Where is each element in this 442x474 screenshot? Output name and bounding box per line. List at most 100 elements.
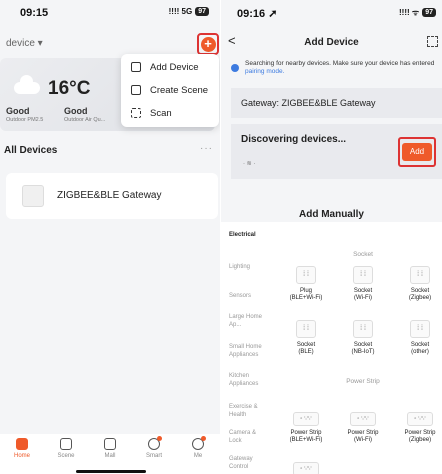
add-manually-heading: Add Manually bbox=[298, 209, 364, 220]
menu-item-create-scene[interactable]: Create Scene bbox=[131, 81, 217, 99]
product-plug-ble-wifi[interactable]: ⁞ ⁞ Plug (BLE+Wi-Fi) bbox=[281, 266, 331, 302]
tab-label: Scene bbox=[57, 453, 75, 459]
status-bar: 09:15 !!!! 5G 97 bbox=[0, 0, 221, 26]
weather-item-sub: Outdoor Air Qu... bbox=[64, 117, 106, 123]
status-bar: 09:16 ➚ !!!! ᯤ 97 bbox=[221, 0, 442, 26]
product-name: Socket (NB-IoT) bbox=[351, 342, 375, 355]
pairing-mode-link[interactable]: pairing mode. bbox=[245, 68, 284, 75]
tab-label: Me bbox=[193, 453, 203, 459]
gateway-device-icon bbox=[22, 185, 44, 207]
product-name: Socket (BLE) bbox=[296, 342, 316, 355]
menu-item-label: Add Device bbox=[150, 61, 199, 73]
category-kitchen[interactable]: Kitchen Appliances bbox=[229, 373, 265, 388]
tab-label: Mall bbox=[104, 453, 116, 459]
notification-dot bbox=[201, 436, 206, 441]
mall-icon bbox=[104, 438, 116, 450]
product-name: Plug (BLE+Wi-Fi) bbox=[289, 288, 323, 301]
all-devices-heading: All Devices bbox=[4, 145, 58, 156]
signal-icon: !!!! 5G bbox=[168, 7, 193, 16]
device-name: ZIGBEE&BLE Gateway bbox=[57, 190, 162, 201]
category-exercise[interactable]: Exercise & Health bbox=[229, 404, 265, 419]
signal-wifi-icon: !!!! ᯤ bbox=[399, 8, 420, 17]
battery-icon: 97 bbox=[195, 7, 209, 16]
product-name: Socket (other) bbox=[410, 342, 430, 355]
tab-scene[interactable]: Scene bbox=[44, 438, 88, 459]
add-button[interactable]: Add bbox=[402, 143, 432, 161]
create-scene-icon bbox=[131, 85, 141, 95]
home-selector[interactable]: device ▾ bbox=[6, 38, 43, 49]
manual-content: Electrical Lighting Sensors Large Home A… bbox=[221, 222, 442, 474]
searching-icon bbox=[231, 64, 239, 72]
notification-dot bbox=[157, 436, 162, 441]
add-button-highlight: Add bbox=[398, 137, 436, 167]
menu-item-add-device[interactable]: Add Device bbox=[131, 58, 217, 76]
product-socket-other[interactable]: ⁞ ⁞ Socket (other) bbox=[395, 320, 442, 356]
tab-mall[interactable]: Mall bbox=[88, 438, 132, 459]
category-camera-lock[interactable]: Camera & Lock bbox=[229, 430, 265, 445]
socket-icon: ⁞ ⁞ bbox=[410, 266, 430, 284]
add-device-icon bbox=[131, 62, 141, 72]
me-icon bbox=[192, 436, 206, 450]
gateway-card[interactable]: Gateway: ZIGBEE&BLE Gateway bbox=[231, 88, 442, 118]
search-hint-text: Searching for nearby devices. Make sure … bbox=[245, 60, 435, 67]
product-strip-zigbee[interactable]: ▫ ∵∵ Power Strip (Zigbee) bbox=[395, 412, 442, 444]
tab-me[interactable]: Me bbox=[176, 436, 220, 459]
device-card[interactable]: ZIGBEE&BLE Gateway bbox=[6, 173, 218, 219]
product-socket-wifi[interactable]: ⁞ ⁞ Socket (Wi-Fi) bbox=[338, 266, 388, 302]
power-strip-icon: ▫ ∵∵ bbox=[407, 412, 433, 426]
section-power-strip: Power Strip bbox=[346, 378, 380, 385]
product-name: Power Strip (Wi-Fi) bbox=[347, 430, 379, 443]
tab-label: Smart bbox=[145, 453, 162, 459]
category-large-home[interactable]: Large Home Ap... bbox=[229, 314, 265, 329]
socket-icon: ⁞ ⁞ bbox=[353, 320, 373, 338]
socket-icon: ⁞ ⁞ bbox=[353, 266, 373, 284]
status-time: 09:15 bbox=[20, 7, 49, 19]
add-device-screen: 09:16 ➚ !!!! ᯤ 97 < Add Device Searching… bbox=[221, 0, 442, 474]
power-strip-icon: ▫ ∵∵ bbox=[293, 462, 319, 474]
power-strip-icon: ▫ ∵∵ bbox=[293, 412, 319, 426]
plus-icon: + bbox=[200, 36, 216, 52]
menu-item-label: Scan bbox=[150, 107, 172, 119]
menu-item-label: Create Scene bbox=[150, 84, 209, 96]
add-menu: Add Device Create Scene Scan bbox=[121, 54, 219, 127]
menu-item-scan[interactable]: Scan bbox=[131, 104, 217, 122]
product-strip-partial[interactable]: ▫ ∵∵ bbox=[281, 462, 331, 474]
socket-icon: ⁞ ⁞ bbox=[296, 266, 316, 284]
weather-item-sub: Outdoor PM2.5 bbox=[6, 117, 44, 123]
weather-item-label: Good bbox=[64, 106, 88, 116]
product-strip-ble-wifi[interactable]: ▫ ∵∵ Power Strip (BLE+Wi-Fi) bbox=[281, 412, 331, 444]
bottom-tab-bar: Home Scene Mall Smart Me bbox=[0, 434, 221, 474]
tab-home[interactable]: Home bbox=[0, 438, 44, 459]
search-hint: Searching for nearby devices. Make sure … bbox=[245, 60, 440, 76]
more-options-button[interactable]: ··· bbox=[200, 143, 213, 154]
category-small-home[interactable]: Small Home Appliances bbox=[229, 344, 265, 359]
status-time: 09:16 ➚ bbox=[237, 8, 278, 20]
home-indicator bbox=[76, 470, 146, 473]
scene-icon bbox=[60, 438, 72, 450]
tab-label: Home bbox=[13, 453, 30, 459]
category-electrical[interactable]: Electrical bbox=[229, 232, 265, 240]
product-name: Power Strip (Zigbee) bbox=[404, 430, 436, 443]
product-name: Power Strip (BLE+Wi-Fi) bbox=[289, 430, 323, 443]
cloud-icon bbox=[14, 75, 40, 94]
tab-smart[interactable]: Smart bbox=[132, 436, 176, 459]
category-gateway[interactable]: Gateway Control bbox=[229, 456, 265, 471]
scan-icon[interactable] bbox=[427, 36, 438, 47]
status-icons: !!!! ᯤ 97 bbox=[399, 7, 436, 18]
socket-icon: ⁞ ⁞ bbox=[296, 320, 316, 338]
add-button[interactable]: + bbox=[197, 33, 219, 55]
category-sensors[interactable]: Sensors bbox=[229, 293, 265, 301]
gateway-label: Gateway: ZIGBEE&BLE Gateway bbox=[241, 98, 376, 108]
discovered-device-icon: · ≋ · bbox=[243, 161, 256, 167]
product-socket-nbiot[interactable]: ⁞ ⁞ Socket (NB-IoT) bbox=[338, 320, 388, 356]
discovering-title: Discovering devices... bbox=[241, 134, 347, 145]
category-lighting[interactable]: Lighting bbox=[229, 264, 265, 272]
product-name: Socket (Zigbee) bbox=[408, 288, 432, 301]
product-socket-zigbee[interactable]: ⁞ ⁞ Socket (Zigbee) bbox=[395, 266, 442, 302]
socket-icon: ⁞ ⁞ bbox=[410, 320, 430, 338]
product-name: Socket (Wi-Fi) bbox=[353, 288, 373, 301]
product-socket-ble[interactable]: ⁞ ⁞ Socket (BLE) bbox=[281, 320, 331, 356]
product-strip-wifi[interactable]: ▫ ∵∵ Power Strip (Wi-Fi) bbox=[338, 412, 388, 444]
section-socket: Socket bbox=[353, 251, 373, 258]
battery-icon: 97 bbox=[422, 8, 436, 17]
